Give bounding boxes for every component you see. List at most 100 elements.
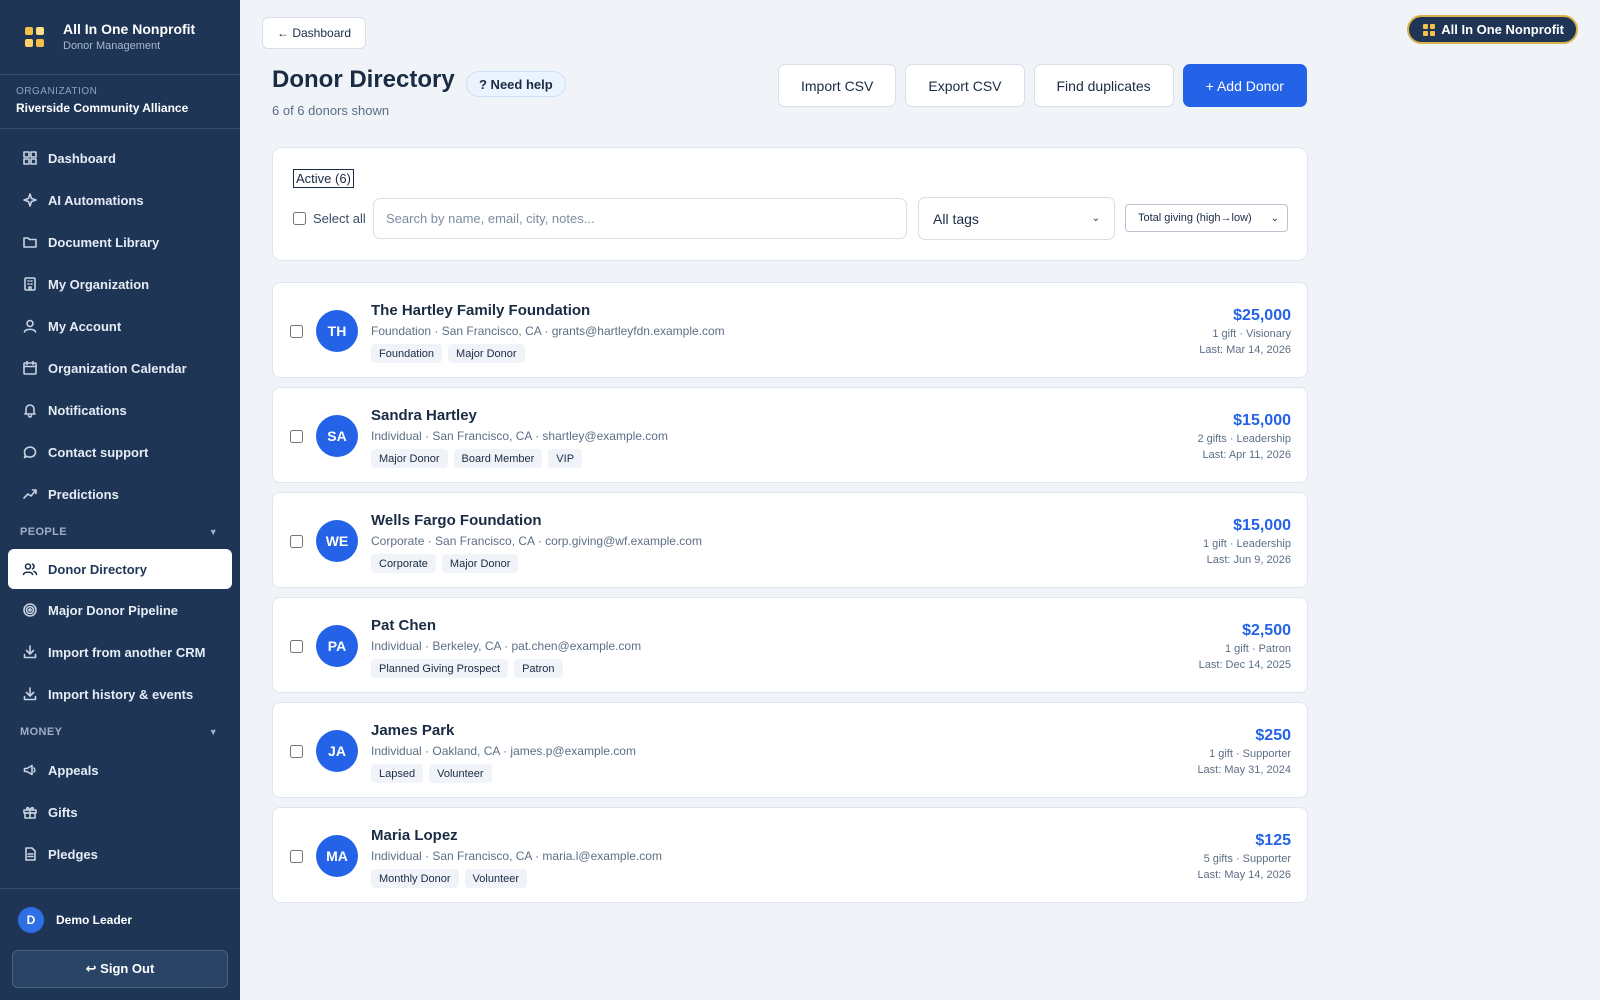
avatar: MA — [316, 835, 358, 877]
tag: Major Donor — [441, 554, 519, 573]
avatar: PA — [316, 625, 358, 667]
section-label: MONEY — [20, 726, 63, 738]
row-checkbox[interactable] — [290, 640, 303, 653]
sidebar-item-notifications[interactable]: Notifications — [0, 389, 232, 431]
gift-icon — [23, 806, 37, 819]
app-logo-icon — [25, 27, 45, 47]
donor-tags: Corporate Major Donor — [371, 554, 519, 573]
sidebar-item-donor-directory[interactable]: Donor Directory — [8, 549, 232, 589]
list-item[interactable]: PA Pat Chen Individual · Berkeley, CA · … — [272, 597, 1308, 693]
donor-last-gift: Last: May 14, 2026 — [1197, 869, 1291, 881]
donor-giving: $125 5 gifts · Supporter Last: May 14, 2… — [1197, 831, 1291, 884]
tag: Monthly Donor — [371, 869, 459, 888]
sidebar-item-ai-automations[interactable]: AI Automations — [0, 179, 232, 221]
back-to-dashboard-button[interactable]: ← Dashboard — [262, 17, 367, 49]
users-icon — [22, 563, 38, 576]
donor-tags: Monthly Donor Volunteer — [371, 869, 528, 888]
donor-meta: Individual · San Francisco, CA · shartle… — [371, 429, 668, 443]
donor-tags: Planned Giving Prospect Patron — [371, 659, 563, 678]
donor-list: TH The Hartley Family Foundation Foundat… — [272, 282, 1308, 912]
app-badge-label: All In One Nonprofit — [1441, 22, 1564, 37]
import-csv-button[interactable]: Import CSV — [778, 64, 897, 107]
sparkle-icon — [23, 193, 37, 207]
avatar[interactable]: D — [18, 907, 44, 933]
donor-name[interactable]: The Hartley Family Foundation — [371, 302, 590, 319]
donor-giving: $15,000 2 gifts · Leadership Last: Apr 1… — [1197, 411, 1291, 464]
donor-name[interactable]: Pat Chen — [371, 617, 436, 634]
sign-out-button[interactable]: ↩ Sign Out — [12, 950, 228, 988]
sidebar-item-label: Major Donor Pipeline — [48, 602, 179, 618]
sidebar-item-appeals[interactable]: Appeals — [0, 749, 232, 791]
sidebar-item-document-library[interactable]: Document Library — [0, 221, 232, 263]
sort-select[interactable]: Total giving (high→low) ⌄ — [1125, 204, 1288, 232]
tag: Foundation — [371, 344, 443, 363]
donor-amount: $2,500 — [1242, 622, 1291, 639]
find-duplicates-button[interactable]: Find duplicates — [1033, 64, 1174, 107]
tab-active[interactable]: Active (6) — [293, 169, 354, 188]
sidebar-item-gifts[interactable]: Gifts — [0, 791, 232, 833]
search-input[interactable] — [373, 198, 907, 239]
donor-name[interactable]: James Park — [371, 722, 454, 739]
tag-filter-select[interactable]: All tags ⌄ — [918, 197, 1115, 240]
list-item[interactable]: JA James Park Individual · Oakland, CA ·… — [272, 702, 1308, 798]
donor-gifts: 1 gift · Patron — [1224, 643, 1291, 655]
section-money[interactable]: MONEY ▼ — [0, 715, 240, 749]
sidebar-item-import-history[interactable]: Import history & events — [0, 673, 232, 715]
export-csv-button[interactable]: Export CSV — [905, 64, 1025, 107]
sidebar-item-label: Pledges — [48, 846, 98, 862]
row-checkbox[interactable] — [290, 535, 303, 548]
add-donor-button[interactable]: + Add Donor — [1182, 64, 1307, 107]
section-label: PEOPLE — [20, 526, 68, 538]
donor-amount: $250 — [1255, 727, 1291, 744]
chevron-down-icon: ⌄ — [1270, 212, 1279, 224]
sidebar-item-dashboard[interactable]: Dashboard — [0, 137, 232, 179]
sidebar-item-import-crm[interactable]: Import from another CRM — [0, 631, 232, 673]
list-item[interactable]: WE Wells Fargo Foundation Corporate · Sa… — [272, 492, 1308, 588]
need-help-button[interactable]: ? Need help — [466, 71, 566, 97]
donor-amount: $125 — [1255, 832, 1291, 849]
donor-tags: Foundation Major Donor — [371, 344, 525, 363]
sidebar-item-contact-support[interactable]: Contact support — [0, 431, 232, 473]
row-checkbox[interactable] — [290, 745, 303, 758]
sidebar-item-my-account[interactable]: My Account — [0, 305, 232, 347]
donor-meta: Individual · Oakland, CA · james.p@examp… — [371, 744, 636, 758]
donor-name[interactable]: Wells Fargo Foundation — [371, 512, 542, 529]
donor-amount: $25,000 — [1233, 307, 1291, 324]
donor-meta: Individual · San Francisco, CA · maria.l… — [371, 849, 662, 863]
donor-name[interactable]: Maria Lopez — [371, 827, 458, 844]
sidebar-item-pledges[interactable]: Pledges — [0, 833, 232, 875]
sidebar-item-my-organization[interactable]: My Organization — [0, 263, 232, 305]
list-item[interactable]: MA Maria Lopez Individual · San Francisc… — [272, 807, 1308, 903]
donor-meta: Corporate · San Francisco, CA · corp.giv… — [371, 534, 702, 548]
donor-name[interactable]: Sandra Hartley — [371, 407, 477, 424]
row-checkbox[interactable] — [290, 325, 303, 338]
avatar: TH — [316, 310, 358, 352]
sidebar-item-label: Import from another CRM — [48, 644, 206, 660]
tag: Major Donor — [371, 449, 448, 468]
sidebar-item-organization-calendar[interactable]: Organization Calendar — [0, 347, 232, 389]
select-all-checkbox[interactable] — [293, 212, 306, 225]
list-item[interactable]: SA Sandra Hartley Individual · San Franc… — [272, 387, 1308, 483]
tag: Major Donor — [448, 344, 525, 363]
main-content: ← Dashboard All In One Nonprofit Donor D… — [240, 0, 1600, 1000]
sidebar-item-predictions[interactable]: Predictions — [0, 473, 232, 515]
select-all[interactable]: Select all — [293, 211, 366, 226]
organization-block: ORGANIZATION Riverside Community Allianc… — [0, 75, 240, 129]
donor-giving: $15,000 1 gift · Leadership Last: Jun 9,… — [1203, 516, 1291, 569]
organization-name: Riverside Community Alliance — [16, 101, 189, 115]
sidebar-item-major-donor-pipeline[interactable]: Major Donor Pipeline — [0, 589, 232, 631]
sidebar-item-label: Notifications — [48, 402, 127, 418]
donor-count: 6 of 6 donors shown — [272, 103, 390, 118]
brand[interactable]: All In One Nonprofit Donor Management — [0, 0, 240, 75]
tag: Planned Giving Prospect — [371, 659, 509, 678]
bell-icon — [24, 404, 36, 418]
sidebar-item-label: Document Library — [48, 234, 160, 250]
row-checkbox[interactable] — [290, 850, 303, 863]
tag: Volunteer — [464, 869, 528, 888]
sidebar-item-label: Contact support — [48, 444, 149, 460]
section-people[interactable]: PEOPLE ▼ — [0, 515, 240, 549]
sidebar-item-label: My Account — [48, 318, 122, 334]
app-badge-button[interactable]: All In One Nonprofit — [1407, 15, 1578, 44]
list-item[interactable]: TH The Hartley Family Foundation Foundat… — [272, 282, 1308, 378]
row-checkbox[interactable] — [290, 430, 303, 443]
